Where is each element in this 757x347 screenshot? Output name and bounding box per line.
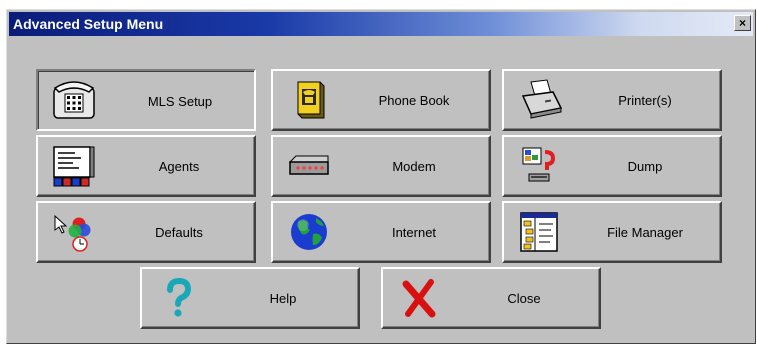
question-mark-icon — [154, 275, 202, 321]
red-x-icon — [395, 275, 443, 321]
phone-book-label: Phone Book — [378, 92, 450, 108]
help-label: Help — [269, 290, 297, 306]
dump-label: Dump — [627, 158, 663, 174]
file-manager-icon — [516, 209, 564, 255]
file-manager-label: File Manager — [607, 224, 683, 240]
close-label: Close — [507, 290, 541, 306]
defaults-label: Defaults — [155, 224, 203, 240]
mls-setup-label: MLS Setup — [147, 93, 213, 109]
advanced-setup-window: Advanced Setup Menu × MLS Setup Phone Bo… — [6, 9, 756, 344]
modem-button[interactable]: Modem — [271, 135, 491, 197]
close-button[interactable]: Close — [381, 267, 601, 329]
printer-icon — [516, 77, 564, 123]
telephone-icon — [50, 77, 98, 123]
defaults-icon — [50, 209, 98, 255]
modem-label: Modem — [392, 158, 436, 174]
printers-button[interactable]: Printer(s) — [502, 69, 722, 131]
mls-setup-button[interactable]: MLS Setup — [36, 69, 256, 131]
internet-label: Internet — [391, 224, 437, 240]
globe-icon — [285, 209, 333, 255]
phone-book-icon — [285, 77, 333, 123]
agents-list-icon — [50, 143, 98, 189]
printers-label: Printer(s) — [618, 92, 672, 108]
defaults-button[interactable]: Defaults — [36, 201, 256, 263]
internet-button[interactable]: Internet — [271, 201, 491, 263]
dump-button[interactable]: Dump — [502, 135, 722, 197]
modem-icon — [285, 143, 333, 189]
file-manager-button[interactable]: File Manager — [502, 201, 722, 263]
window-title: Advanced Setup Menu — [13, 16, 164, 32]
dump-icon — [516, 143, 564, 189]
window-close-button[interactable]: × — [734, 15, 751, 31]
title-bar[interactable]: Advanced Setup Menu × — [9, 12, 753, 36]
phone-book-button[interactable]: Phone Book — [271, 69, 491, 131]
agents-button[interactable]: Agents — [36, 135, 256, 197]
help-button[interactable]: Help — [140, 267, 360, 329]
agents-label: Agents — [158, 158, 200, 174]
